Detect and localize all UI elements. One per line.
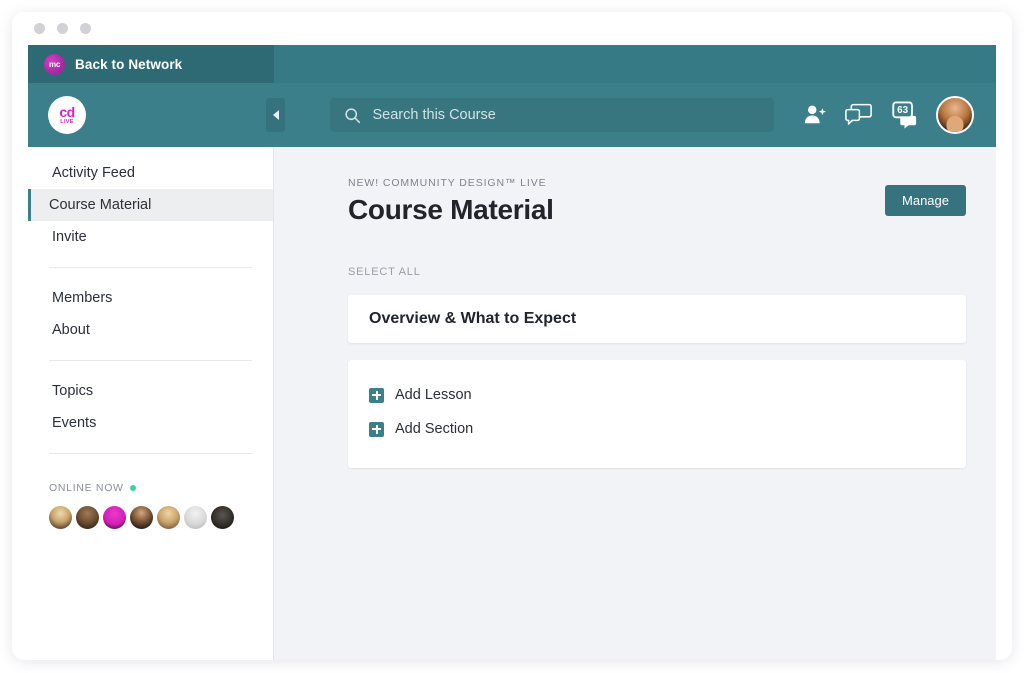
select-all-link[interactable]: SELECT ALL (348, 266, 966, 278)
sidebar-item-label: Members (52, 290, 113, 306)
main-content: NEW! COMMUNITY DESIGN™ LIVE Course Mater… (274, 147, 996, 660)
member-avatar-5[interactable] (157, 506, 180, 529)
cd-logo-secondary-text: LIVE (60, 118, 74, 125)
add-person-button[interactable] (802, 103, 828, 127)
mighty-networks-logo-icon: mc (44, 53, 65, 75)
user-avatar[interactable] (936, 96, 974, 134)
window-titlebar (12, 12, 1012, 45)
window-minimize-dot[interactable] (57, 23, 68, 34)
member-avatar-6[interactable] (184, 506, 207, 529)
add-lesson-button[interactable]: Add Lesson (369, 378, 945, 412)
notifications-button[interactable]: 63 (889, 101, 919, 129)
sidebar-item-course-material[interactable]: Course Material (28, 189, 273, 221)
sidebar-item-label: About (52, 322, 90, 338)
window-maximize-dot[interactable] (80, 23, 91, 34)
sidebar-item-members[interactable]: Members (28, 282, 273, 314)
course-logo-zone[interactable]: cd LIVE (28, 83, 274, 147)
sidebar-item-topics[interactable]: Topics (28, 375, 273, 407)
manage-button[interactable]: Manage (885, 185, 966, 216)
online-now-section: ONLINE NOW (28, 468, 273, 529)
content-row: Activity Feed Course Material Invite Mem… (28, 147, 996, 660)
sidebar-item-label: Course Material (49, 197, 152, 213)
sidebar-divider-2 (49, 360, 252, 361)
plus-square-icon (369, 387, 384, 403)
course-navbar: cd LIVE Search this Course 63 (28, 83, 996, 147)
search-placeholder-text: Search this Course (372, 107, 496, 123)
overview-section-title: Overview & What to Expect (369, 310, 577, 327)
back-to-network-link[interactable]: mc Back to Network (28, 45, 274, 83)
messages-button[interactable] (845, 103, 872, 127)
notifications-icon: 63 (892, 101, 917, 129)
cd-logo-primary-text: cd (59, 103, 75, 120)
overview-section-card[interactable]: Overview & What to Expect (348, 295, 966, 343)
member-avatar-more[interactable] (211, 506, 234, 529)
sidebar-item-label: Activity Feed (52, 165, 135, 181)
sidebar-item-label: Invite (52, 229, 87, 245)
top-strip: mc Back to Network (28, 45, 996, 83)
sidebar-collapse-button[interactable] (266, 98, 285, 132)
add-section-button[interactable]: Add Section (369, 412, 945, 446)
breadcrumb: NEW! COMMUNITY DESIGN™ LIVE (348, 177, 547, 189)
sidebar-divider-3 (49, 453, 252, 454)
page-header-text: NEW! COMMUNITY DESIGN™ LIVE Course Mater… (348, 177, 554, 226)
search-area: Search this Course (285, 98, 802, 132)
sidebar-item-activity-feed[interactable]: Activity Feed (28, 157, 273, 189)
sidebar-item-label: Events (52, 415, 97, 431)
chat-bubbles-icon (845, 103, 872, 125)
member-avatar-4[interactable] (130, 506, 153, 529)
plus-square-icon (369, 421, 384, 437)
page-title: Course Material (348, 194, 554, 225)
search-icon (344, 107, 360, 123)
back-to-network-label: Back to Network (75, 56, 183, 72)
search-input[interactable]: Search this Course (329, 98, 774, 132)
top-strip-filler (274, 45, 996, 83)
cd-live-logo-icon: cd LIVE (48, 96, 86, 134)
sidebar-item-events[interactable]: Events (28, 407, 273, 439)
window-close-dot[interactable] (34, 23, 45, 34)
sidebar-item-label: Topics (52, 383, 94, 399)
add-section-label: Add Section (395, 421, 474, 437)
browser-window: mc Back to Network cd LIVE Search this C… (12, 12, 1012, 660)
online-now-header: ONLINE NOW (49, 482, 252, 494)
sidebar-divider-1 (49, 267, 252, 268)
sidebar-item-about[interactable]: About (28, 314, 273, 346)
online-status-dot-icon (129, 485, 136, 491)
sidebar-item-invite[interactable]: Invite (28, 221, 273, 253)
add-person-icon (804, 105, 826, 124)
online-now-label: ONLINE NOW (49, 482, 124, 494)
member-avatar-2[interactable] (76, 506, 99, 529)
online-avatar-row (49, 506, 252, 529)
page-header: NEW! COMMUNITY DESIGN™ LIVE Course Mater… (348, 177, 966, 226)
member-avatar-3[interactable] (103, 506, 126, 529)
member-avatar-1[interactable] (49, 506, 72, 529)
add-content-card: Add Lesson Add Section (348, 360, 966, 468)
navbar-icon-group: 63 (802, 96, 996, 134)
add-lesson-label: Add Lesson (395, 387, 472, 403)
sidebar: Activity Feed Course Material Invite Mem… (28, 147, 274, 660)
notifications-badge-count: 63 (897, 105, 908, 116)
app-container: mc Back to Network cd LIVE Search this C… (28, 45, 996, 660)
chevron-left-icon (272, 110, 279, 120)
